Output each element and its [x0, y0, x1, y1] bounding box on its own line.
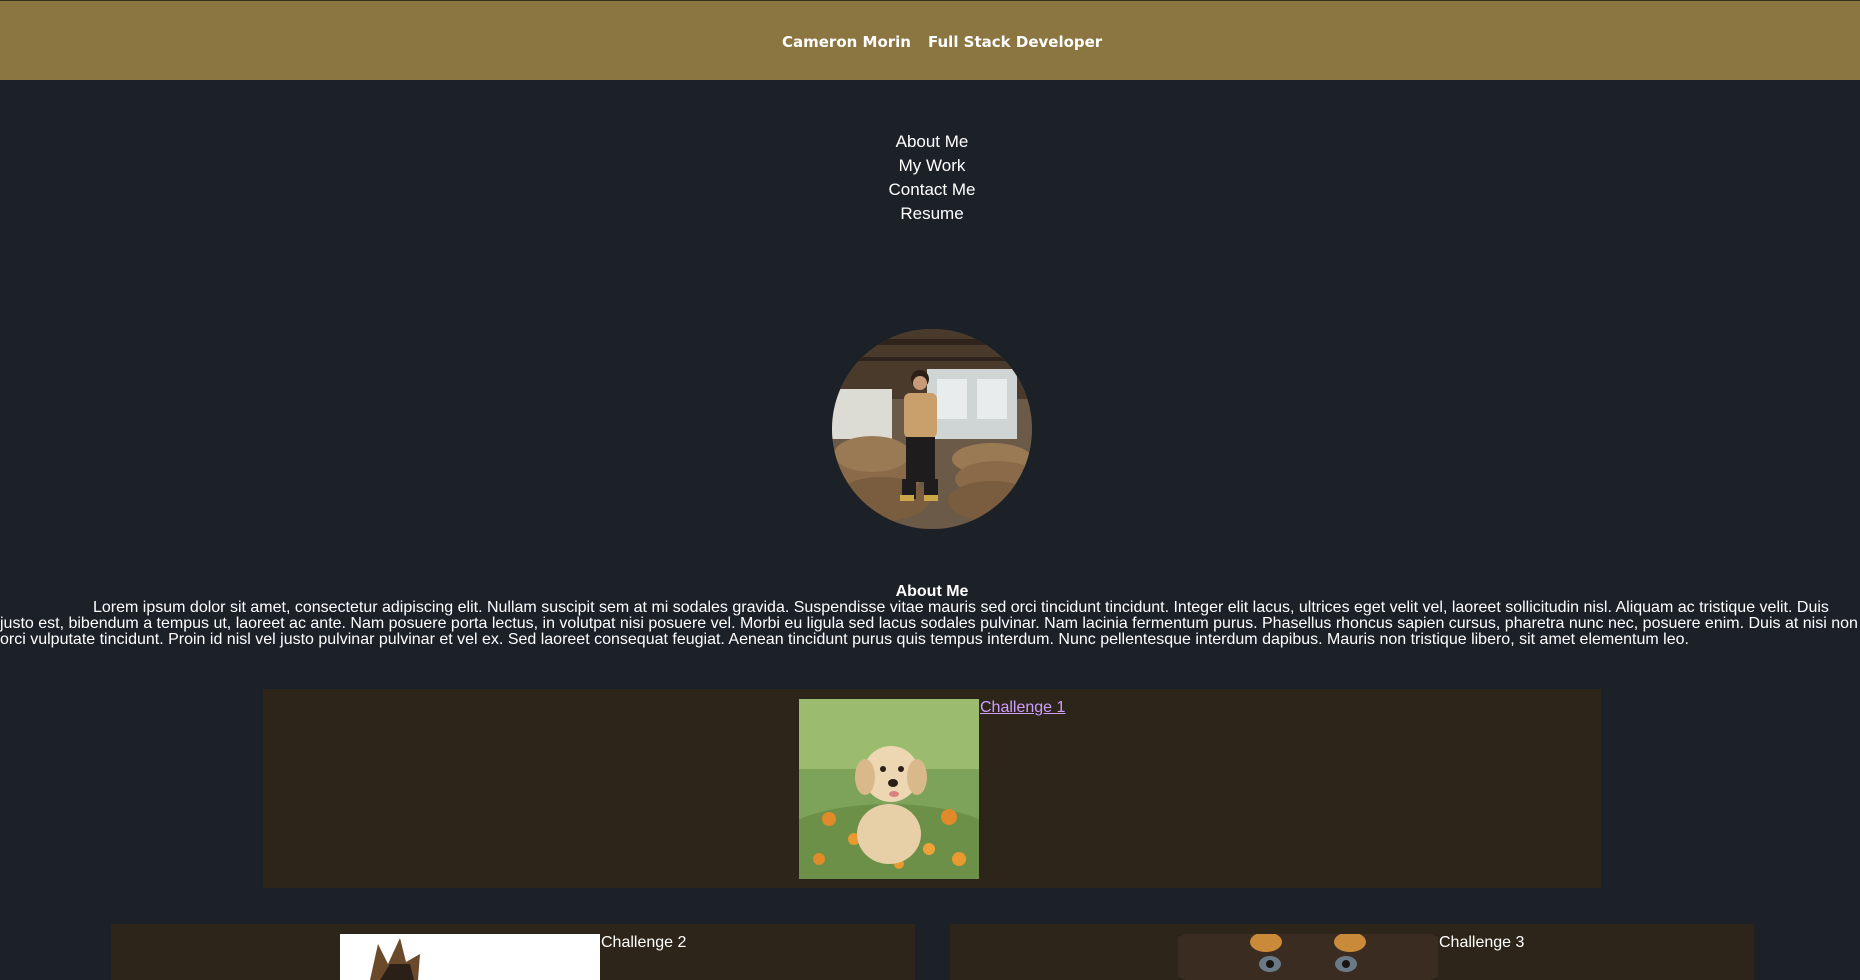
nav-link-my-work[interactable]: My Work: [0, 154, 1860, 178]
header-name: Cameron Morin: [782, 33, 911, 51]
challenge-3-label: Challenge 3: [1439, 934, 1525, 951]
rottweiler-image[interactable]: [1178, 934, 1438, 980]
nav-link-resume[interactable]: Resume: [0, 202, 1860, 226]
challenge-2-label: Challenge 2: [601, 934, 687, 951]
main-nav: About Me My Work Contact Me Resume: [0, 130, 1860, 226]
challenge-1-link[interactable]: Challenge 1: [980, 699, 1065, 717]
shepherd-image[interactable]: [340, 934, 600, 980]
header-role: Full Stack Developer: [928, 33, 1103, 51]
puppy-image[interactable]: [799, 699, 979, 879]
nav-link-about-me[interactable]: About Me: [0, 130, 1860, 154]
about-text: Lorem ipsum dolor sit amet, consectetur …: [0, 599, 1858, 648]
site-header: Cameron Morin Full Stack Developer: [0, 0, 1860, 80]
nav-link-contact-me[interactable]: Contact Me: [0, 178, 1860, 202]
profile-photo: [832, 329, 1032, 529]
